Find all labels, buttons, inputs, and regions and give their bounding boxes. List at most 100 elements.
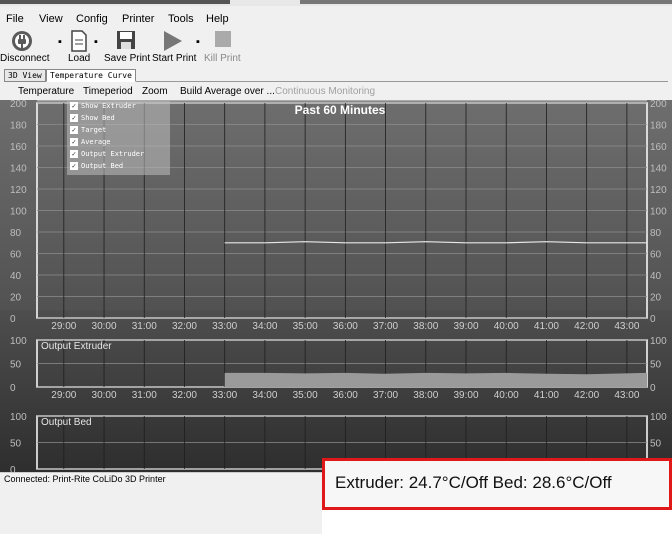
continuous-monitoring-menu[interactable]: Continuous Monitoring	[275, 86, 375, 97]
x-tick-label: 37:00	[373, 321, 398, 332]
y-tick-label-right: 200	[650, 100, 667, 110]
temperature-readout-panel: Extruder: 24.7°C/Off Bed: 28.6°C/Off	[322, 458, 672, 534]
x-tick-label: 39:00	[453, 390, 478, 401]
y-tick-label-right: 40	[650, 271, 662, 282]
tab-temperature-curve[interactable]: Temperature Curve	[46, 69, 136, 82]
stop-icon	[215, 31, 231, 47]
y-tick-label-right: 100	[650, 207, 667, 218]
y-tick-label-right: 160	[650, 142, 667, 153]
legend-show-bed[interactable]: ✓ Show Bed	[70, 114, 168, 125]
x-tick-label: 36:00	[333, 321, 358, 332]
x-tick-label: 30:00	[92, 390, 117, 401]
disconnect-dropdown-icon[interactable]: ▪	[58, 36, 62, 48]
play-icon	[164, 31, 182, 51]
x-tick-label: 31:00	[132, 321, 157, 332]
x-tick-label: 36:00	[333, 390, 358, 401]
checkbox-checked-icon[interactable]: ✓	[70, 150, 78, 158]
x-tick-label: 40:00	[494, 390, 519, 401]
legend-output-bed[interactable]: ✓ Output Bed	[70, 162, 168, 173]
y-tick-label-right: 100	[650, 336, 667, 347]
x-tick-label: 32:00	[172, 321, 197, 332]
y-tick-label-left: 200	[10, 100, 27, 110]
y-tick-label-right: 20	[650, 293, 662, 304]
legend-target[interactable]: ✓ Target	[70, 126, 168, 137]
y-tick-label-left: 100	[10, 207, 27, 218]
x-tick-label: 43:00	[614, 390, 639, 401]
temperature-menu[interactable]: Temperature	[18, 86, 74, 97]
checkbox-checked-icon[interactable]: ✓	[70, 102, 78, 110]
legend-show-extruder[interactable]: ✓ Show Extruder	[70, 102, 168, 113]
legend-average[interactable]: ✓ Average	[70, 138, 168, 149]
chart-legend: ✓ Show Extruder ✓ Show Bed ✓ Target ✓ Averag…	[67, 101, 170, 175]
x-tick-label: 29:00	[51, 321, 76, 332]
y-tick-label-right: 100	[650, 412, 667, 423]
menu-tools[interactable]: Tools	[168, 13, 194, 25]
start-print-dropdown-icon[interactable]: ▪	[196, 36, 200, 48]
x-tick-label: 33:00	[212, 321, 237, 332]
timeperiod-menu[interactable]: Timeperiod	[83, 86, 133, 97]
kill-print-label: Kill Print	[204, 53, 241, 64]
x-tick-label: 33:00	[212, 390, 237, 401]
y-tick-label-left: 40	[10, 271, 22, 282]
x-tick-label: 41:00	[534, 321, 559, 332]
y-tick-label-left: 50	[10, 360, 22, 371]
y-tick-label-right: 50	[650, 439, 662, 450]
y-tick-label-left: 180	[10, 121, 27, 132]
x-tick-label: 38:00	[413, 390, 438, 401]
y-tick-label-left: 140	[10, 164, 27, 175]
x-tick-label: 39:00	[453, 321, 478, 332]
checkbox-checked-icon[interactable]: ✓	[70, 114, 78, 122]
x-tick-label: 30:00	[92, 321, 117, 332]
menu-printer[interactable]: Printer	[122, 13, 154, 25]
y-tick-label-right: 120	[650, 185, 667, 196]
menu-bar: File View Config Printer Tools Help	[0, 10, 672, 28]
x-tick-label: 29:00	[51, 390, 76, 401]
y-tick-label-left: 0	[10, 465, 16, 472]
start-print-label: Start Print	[152, 53, 197, 64]
highlight-box: Extruder: 24.7°C/Off Bed: 28.6°C/Off	[322, 458, 672, 510]
load-dropdown-icon[interactable]: ▪	[94, 36, 98, 48]
y-tick-label-left: 160	[10, 142, 27, 153]
y-tick-label-left: 100	[10, 336, 27, 347]
tab-3d-view[interactable]: 3D View	[4, 69, 46, 82]
menu-config[interactable]: Config	[76, 13, 108, 25]
save-icon	[117, 31, 135, 49]
menu-help[interactable]: Help	[206, 13, 229, 25]
y-tick-label-left: 100	[10, 412, 27, 423]
chart-title: Past 60 Minutes	[295, 103, 386, 117]
y-tick-label-right: 0	[650, 383, 656, 394]
x-tick-label: 40:00	[494, 321, 519, 332]
x-tick-label: 38:00	[413, 321, 438, 332]
zoom-menu[interactable]: Zoom	[142, 86, 168, 97]
y-tick-label-left: 50	[10, 439, 22, 450]
y-tick-label-left: 80	[10, 228, 22, 239]
connection-status: Connected: Print-Rite CoLiDo 3D Printer	[4, 474, 166, 484]
x-tick-label: 35:00	[293, 321, 318, 332]
output-extruder-area	[224, 372, 647, 387]
x-tick-label: 41:00	[534, 390, 559, 401]
y-tick-label-right: 180	[650, 121, 667, 132]
checkbox-checked-icon[interactable]: ✓	[70, 138, 78, 146]
plug-icon	[12, 31, 32, 51]
y-tick-label-right: 0	[650, 314, 656, 325]
build-average-menu[interactable]: Build Average over ...	[180, 86, 275, 97]
x-tick-label: 42:00	[574, 321, 599, 332]
x-tick-label: 34:00	[252, 321, 277, 332]
menu-view[interactable]: View	[39, 13, 63, 25]
y-tick-label-right: 50	[650, 360, 662, 371]
x-tick-label: 43:00	[614, 321, 639, 332]
y-tick-label-left: 20	[10, 293, 22, 304]
temperature-readout: Extruder: 24.7°C/Off Bed: 28.6°C/Off	[335, 473, 612, 492]
checkbox-checked-icon[interactable]: ✓	[70, 162, 78, 170]
panel-title-output-extruder: Output Extruder	[41, 341, 112, 352]
document-icon	[71, 30, 87, 52]
y-tick-label-left: 60	[10, 250, 22, 261]
legend-output-extruder[interactable]: ✓ Output Extruder	[70, 150, 168, 161]
tab-bar: 3D View Temperature Curve	[4, 68, 668, 82]
menu-file[interactable]: File	[6, 13, 24, 25]
checkbox-checked-icon[interactable]: ✓	[70, 126, 78, 134]
save-print-label: Save Print	[104, 53, 151, 64]
title-bar	[0, 0, 672, 6]
x-tick-label: 31:00	[132, 390, 157, 401]
disconnect-label: Disconnect	[0, 53, 50, 64]
